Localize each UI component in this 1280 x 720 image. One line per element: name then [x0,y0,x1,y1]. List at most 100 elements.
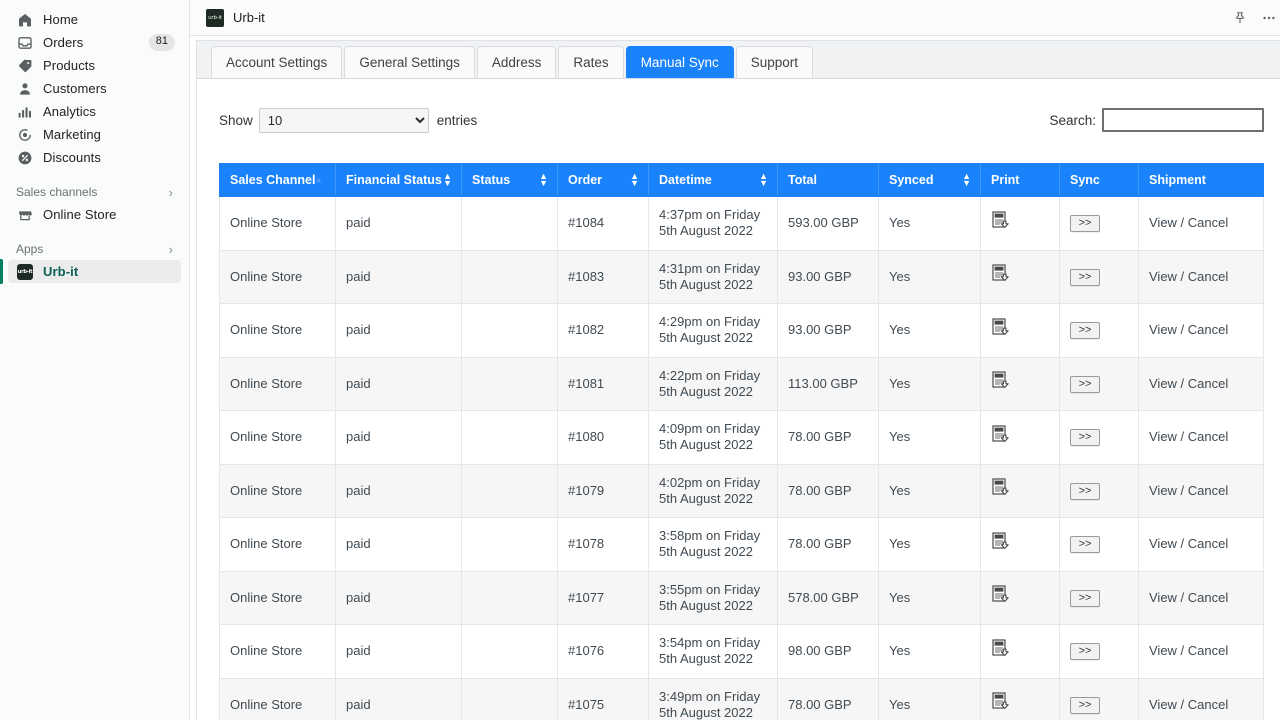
shipment-actions[interactable]: View / Cancel [1149,269,1228,284]
sidebar-section-sales-channels[interactable]: Sales channels › [8,181,181,203]
analytics-bars-icon [16,103,34,121]
shipment-actions[interactable]: View / Cancel [1149,215,1228,230]
pdf-download-icon [991,211,1011,232]
cell-print [981,250,1060,304]
column-label: Sales Channel [230,173,315,187]
cell-financial-status: paid [336,678,462,720]
pdf-download-icon[interactable] [991,532,1011,557]
column-header-datetime[interactable]: Datetime ▲▼ [649,164,778,197]
sync-button[interactable]: >> [1070,322,1100,339]
sort-toggle-icon[interactable]: ▲▼ [962,173,971,187]
tab-general-settings[interactable]: General Settings [344,46,475,78]
cell-sales-channel: Online Store [220,357,336,411]
cell-sync: >> [1060,411,1139,465]
pdf-download-icon [991,639,1011,660]
cell-synced: Yes [879,518,981,572]
column-label: Synced [889,173,933,187]
pin-icon[interactable] [1233,11,1247,25]
tab-address[interactable]: Address [477,46,557,78]
column-header-synced[interactable]: Synced ▲▼ [879,164,981,197]
sidebar-item-label: Online Store [43,208,116,221]
sidebar-item-online-store[interactable]: Online Store [8,203,181,226]
cell-sales-channel: Online Store [220,518,336,572]
column-header-sales-channel[interactable]: Sales Channel ▲ [220,164,336,197]
pdf-download-icon[interactable] [991,692,1011,717]
shipment-actions[interactable]: View / Cancel [1149,643,1228,658]
sort-toggle-icon[interactable]: ▲▼ [443,173,452,187]
sidebar-item-orders[interactable]: Orders 81 [8,31,181,54]
ellipsis-horizontal-icon[interactable] [1261,10,1277,26]
search-input[interactable] [1102,108,1264,132]
cell-total: 93.00 GBP [778,304,879,358]
sidebar-item-home[interactable]: Home [8,8,181,31]
cell-total: 593.00 GBP [778,197,879,251]
sort-toggle-icon[interactable]: ▲▼ [759,173,768,187]
sync-button[interactable]: >> [1070,429,1100,446]
cell-shipment: View / Cancel [1139,411,1264,465]
shipment-actions[interactable]: View / Cancel [1149,376,1228,391]
column-header-print[interactable]: Print [981,164,1060,197]
pdf-download-icon[interactable] [991,371,1011,396]
sidebar-item-customers[interactable]: Customers [8,77,181,100]
sidebar-section-label: Sales channels [16,185,97,199]
sidebar-section-apps[interactable]: Apps › [8,238,181,260]
sidebar-item-urb-it[interactable]: urb-it Urb-it [8,260,181,283]
sync-button[interactable]: >> [1070,643,1100,660]
search-label: Search: [1049,113,1096,128]
shipment-actions[interactable]: View / Cancel [1149,483,1228,498]
sort-toggle-icon[interactable]: ▲▼ [630,173,639,187]
sort-toggle-icon[interactable]: ▲▼ [539,173,548,187]
sync-button[interactable]: >> [1070,483,1100,500]
column-header-order[interactable]: Order ▲▼ [558,164,649,197]
sidebar-item-analytics[interactable]: Analytics [8,100,181,123]
sidebar-item-label: Home [43,13,78,26]
sidebar-item-discounts[interactable]: Discounts [8,146,181,169]
marketing-target-icon [16,126,34,144]
sidebar-item-marketing[interactable]: Marketing [8,123,181,146]
column-header-shipment[interactable]: Shipment [1139,164,1264,197]
pdf-download-icon[interactable] [991,478,1011,503]
table-row: Online Storepaid#10824:29pm on Friday5th… [220,304,1264,358]
cell-status [462,678,558,720]
chevron-right-icon[interactable]: › [169,242,173,257]
sync-button[interactable]: >> [1070,269,1100,286]
entries-per-page-select[interactable]: 10 25 50 100 [259,108,429,133]
tab-support[interactable]: Support [736,46,813,78]
column-header-total[interactable]: Total [778,164,879,197]
pdf-download-icon[interactable] [991,585,1011,610]
sync-button[interactable]: >> [1070,590,1100,607]
cell-total: 78.00 GBP [778,464,879,518]
cell-order: #1076 [558,625,649,679]
shipment-actions[interactable]: View / Cancel [1149,697,1228,712]
column-header-sync[interactable]: Sync [1060,164,1139,197]
pdf-download-icon [991,264,1011,285]
sync-button[interactable]: >> [1070,536,1100,553]
chevron-right-icon[interactable]: › [169,185,173,200]
cell-datetime: 3:49pm on Friday5th August 2022 [649,678,778,720]
pdf-download-icon[interactable] [991,639,1011,664]
tab-manual-sync[interactable]: Manual Sync [626,46,734,78]
sidebar-divider-2 [0,226,189,238]
shipment-actions[interactable]: View / Cancel [1149,536,1228,551]
pdf-download-icon[interactable] [991,211,1011,236]
sync-button[interactable]: >> [1070,215,1100,232]
column-label: Status [472,173,510,187]
shipment-actions[interactable]: View / Cancel [1149,590,1228,605]
table-search-control: Search: [1049,108,1264,132]
pdf-download-icon[interactable] [991,318,1011,343]
pdf-download-icon[interactable] [991,425,1011,450]
tab-account-settings[interactable]: Account Settings [211,46,342,78]
column-header-status[interactable]: Status ▲▼ [462,164,558,197]
sync-button[interactable]: >> [1070,697,1100,714]
pdf-download-icon[interactable] [991,264,1011,289]
column-header-financial-status[interactable]: Financial Status ▲▼ [336,164,462,197]
sidebar-item-label: Products [43,59,95,72]
table-controls: Show 10 25 50 100 entries Search: [219,105,1264,135]
sort-ascending-icon[interactable]: ▲ [314,177,323,184]
tab-rates[interactable]: Rates [558,46,623,78]
shipment-actions[interactable]: View / Cancel [1149,322,1228,337]
shipment-actions[interactable]: View / Cancel [1149,429,1228,444]
sidebar-item-products[interactable]: Products [8,54,181,77]
sync-button[interactable]: >> [1070,376,1100,393]
cell-shipment: View / Cancel [1139,678,1264,720]
